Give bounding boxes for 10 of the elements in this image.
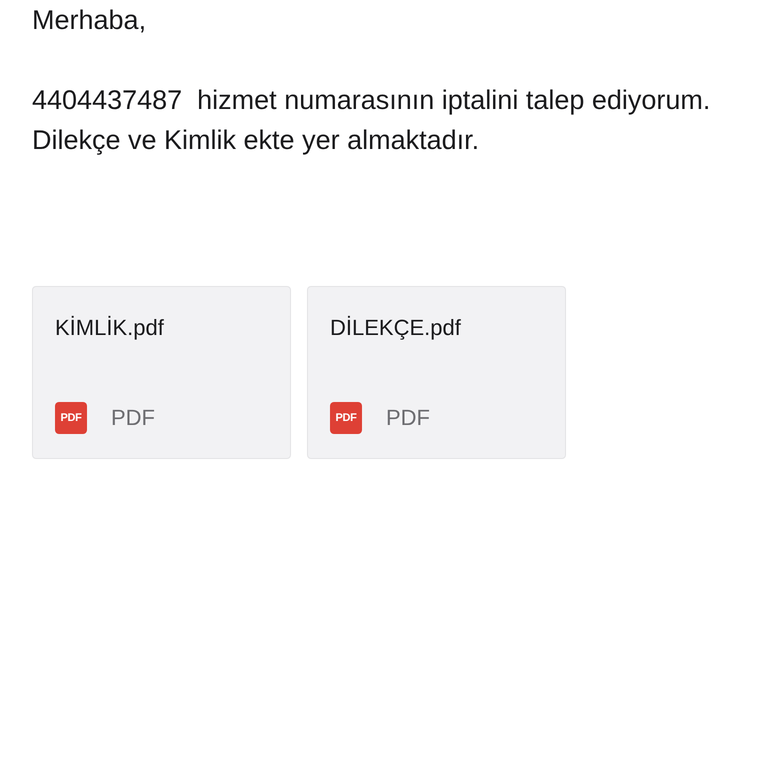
file-type: PDF	[386, 404, 430, 432]
pdf-icon: PDF	[55, 402, 87, 434]
attachment-card[interactable]: DİLEKÇE.pdf PDF PDF	[307, 286, 566, 459]
file-name: KİMLİK.pdf	[55, 314, 165, 342]
attachment-card[interactable]: KİMLİK.pdf PDF PDF	[32, 286, 291, 459]
greeting-text: Merhaba,	[32, 4, 148, 37]
pdf-icon: PDF	[330, 402, 362, 434]
file-name: DİLEKÇE.pdf	[330, 314, 462, 342]
message-text: 4404437487 hizmet numarasının iptalini talep ediyorum. Dilekçe ve Kimlik ekte yer almaktadır.	[32, 84, 712, 157]
file-type: PDF	[111, 404, 155, 432]
